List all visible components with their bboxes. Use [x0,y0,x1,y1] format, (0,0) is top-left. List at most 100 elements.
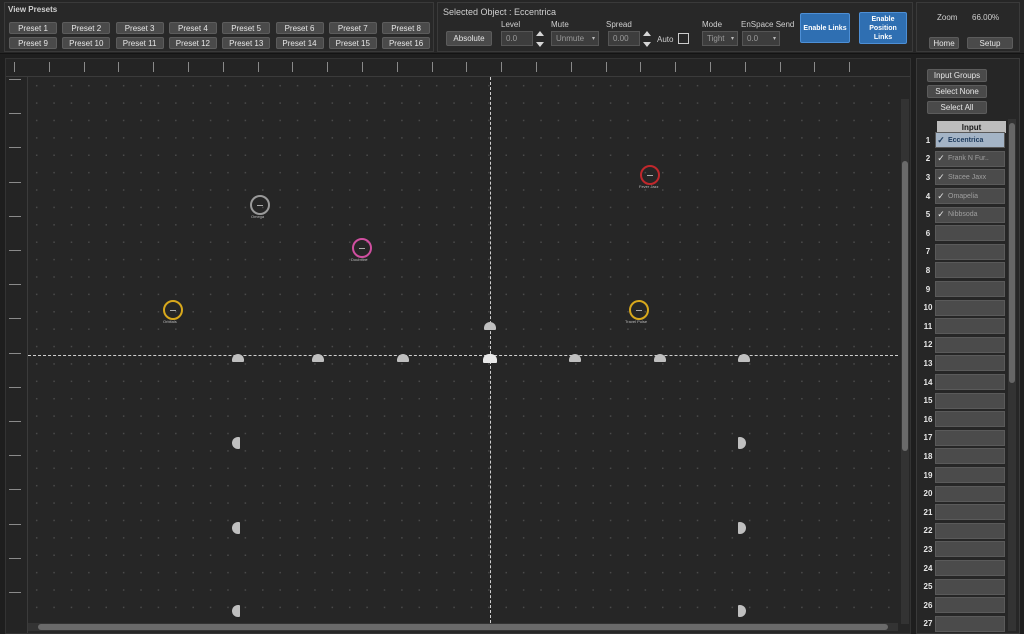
input-row-cell[interactable] [935,281,1005,298]
preset-button[interactable]: Preset 1 [9,22,57,34]
input-row-cell[interactable] [935,262,1005,279]
input-row[interactable]: 6 [921,224,1007,243]
input-row[interactable]: 26 [921,596,1007,615]
input-row[interactable]: 21 [921,503,1007,522]
input-row-cell[interactable] [935,299,1005,316]
source-object[interactable] [250,195,270,215]
input-row[interactable]: 24 [921,559,1007,578]
speaker-icon[interactable] [569,354,581,362]
input-list-scrollbar[interactable] [1008,119,1016,631]
input-row-cell[interactable]: ✓ Nibbsoda [935,206,1005,223]
speaker-icon[interactable] [397,354,409,362]
preset-button[interactable]: Preset 12 [168,37,217,49]
preset-button[interactable]: Preset 6 [275,22,324,34]
enspace-send-select[interactable]: 0.0 ▾ [742,31,780,46]
input-row[interactable]: 1 ✓ Eccentrica [921,131,1007,150]
input-row-cell[interactable] [935,355,1005,372]
input-row-cell[interactable] [935,243,1005,260]
home-button[interactable]: Home [929,37,959,49]
input-row[interactable]: 2 ✓ Frank N Fur.. [921,150,1007,169]
speaker-icon[interactable] [312,354,324,362]
preset-button[interactable]: Preset 9 [9,37,57,49]
enable-links-button[interactable]: Enable Links [800,13,850,43]
input-row-cell[interactable] [935,448,1005,465]
enable-position-links-button[interactable]: Enable Position Links [859,12,907,44]
preset-button[interactable]: Preset 15 [328,37,377,49]
source-object[interactable] [163,300,183,320]
input-row[interactable]: 22 [921,522,1007,541]
input-row-cell[interactable] [935,467,1005,484]
input-row-cell[interactable]: ✓ Frank N Fur.. [935,150,1005,167]
speaker-icon[interactable] [232,354,244,362]
input-row[interactable]: 18 [921,447,1007,466]
select-all-button[interactable]: Select All [927,101,987,114]
spread-field[interactable]: 0.00 [608,31,640,46]
vertical-scrollbar[interactable] [901,99,909,624]
preset-button[interactable]: Preset 11 [115,37,164,49]
input-row[interactable]: 5 ✓ Nibbsoda [921,205,1007,224]
input-row-cell[interactable] [935,336,1005,353]
input-row[interactable]: 20 [921,484,1007,503]
speaker-icon[interactable] [232,522,240,534]
horizontal-scrollbar[interactable] [28,623,898,631]
spread-stepper[interactable] [643,31,652,47]
input-row-cell[interactable] [935,374,1005,391]
input-row[interactable]: 3 ✓ Stacee Jaxx [921,168,1007,187]
input-row[interactable]: 19 [921,466,1007,485]
mode-select[interactable]: Tight ▾ [702,31,738,46]
speaker-icon[interactable] [483,354,497,363]
input-row-cell[interactable] [935,597,1005,614]
speaker-icon[interactable] [654,354,666,362]
input-row-cell[interactable]: ✓ Omapelia [935,188,1005,205]
input-row-cell[interactable] [935,560,1005,577]
input-row[interactable]: 11 [921,317,1007,336]
source-object[interactable] [352,238,372,258]
input-row-cell[interactable] [935,411,1005,428]
absolute-button[interactable]: Absolute [446,31,492,46]
checkmark-icon[interactable]: ✓ [936,209,946,220]
input-row[interactable]: 15 [921,391,1007,410]
input-row-cell[interactable] [935,392,1005,409]
preset-button[interactable]: Preset 2 [62,22,111,34]
checkmark-icon[interactable]: ✓ [936,172,946,183]
input-row[interactable]: 17 [921,429,1007,448]
speaker-icon[interactable] [484,322,496,330]
input-row-cell[interactable] [935,541,1005,558]
preset-button[interactable]: Preset 3 [115,22,164,34]
source-object[interactable] [640,165,660,185]
checkmark-icon[interactable]: ✓ [936,153,946,164]
checkmark-icon[interactable]: ✓ [936,191,946,202]
preset-button[interactable]: Preset 4 [168,22,217,34]
spatial-canvas[interactable]: Omega Doubtfire Orbitals Fever Jazz Trav… [5,58,911,634]
input-row-cell[interactable]: ✓ Eccentrica [935,132,1005,149]
speaker-icon[interactable] [232,605,240,617]
setup-button[interactable]: Setup [967,37,1013,49]
input-row[interactable]: 23 [921,540,1007,559]
checkmark-icon[interactable]: ✓ [936,135,946,146]
auto-checkbox[interactable] [678,33,689,44]
input-row-cell[interactable] [935,225,1005,242]
input-row-cell[interactable] [935,615,1005,632]
mute-select[interactable]: Unmute ▾ [551,31,599,46]
input-row[interactable]: 14 [921,373,1007,392]
preset-button[interactable]: Preset 13 [222,37,271,49]
preset-button[interactable]: Preset 5 [222,22,271,34]
select-none-button[interactable]: Select None [927,85,987,98]
preset-button[interactable]: Preset 16 [382,37,431,49]
input-groups-button[interactable]: Input Groups [927,69,987,82]
input-row[interactable]: 8 [921,261,1007,280]
input-row-cell[interactable] [935,429,1005,446]
input-row[interactable]: 13 [921,354,1007,373]
input-row-cell[interactable] [935,522,1005,539]
input-row-cell[interactable] [935,578,1005,595]
input-row-cell[interactable] [935,485,1005,502]
preset-button[interactable]: Preset 14 [275,37,324,49]
input-row[interactable]: 12 [921,336,1007,355]
scroll-thumb[interactable] [902,161,908,451]
level-stepper[interactable] [536,31,545,47]
input-row[interactable]: 25 [921,577,1007,596]
input-row[interactable]: 16 [921,410,1007,429]
input-row-cell[interactable]: ✓ Stacee Jaxx [935,169,1005,186]
input-row[interactable]: 10 [921,298,1007,317]
level-field[interactable]: 0.0 [501,31,533,46]
